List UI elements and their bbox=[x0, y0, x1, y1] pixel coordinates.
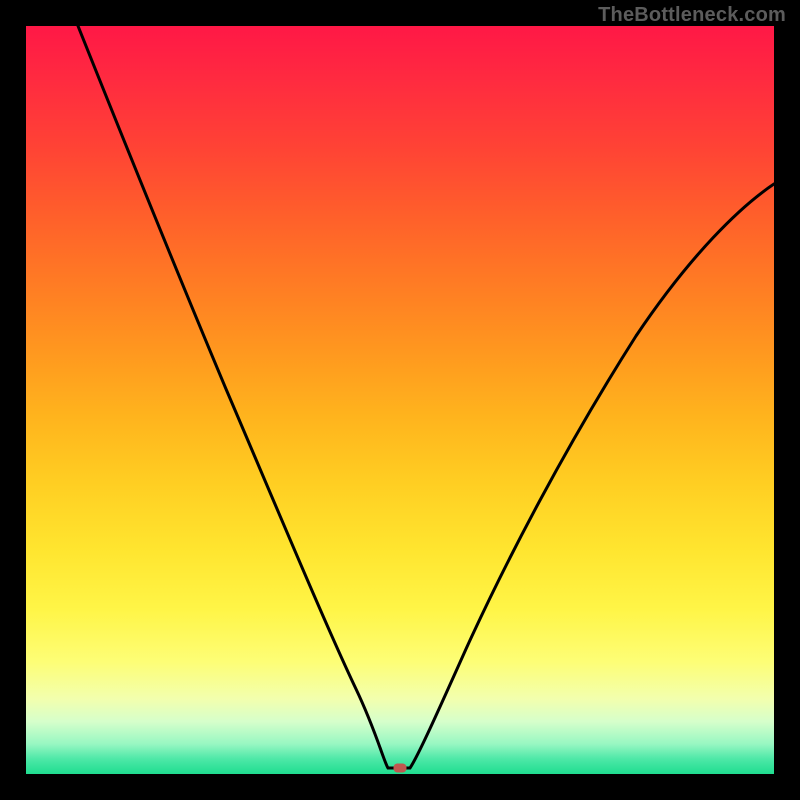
chart-frame: TheBottleneck.com bbox=[0, 0, 800, 800]
bottleneck-curve bbox=[78, 26, 774, 768]
bottleneck-marker bbox=[394, 764, 407, 773]
watermark-text: TheBottleneck.com bbox=[598, 4, 786, 27]
curve-svg bbox=[26, 26, 774, 774]
plot-area bbox=[26, 26, 774, 774]
